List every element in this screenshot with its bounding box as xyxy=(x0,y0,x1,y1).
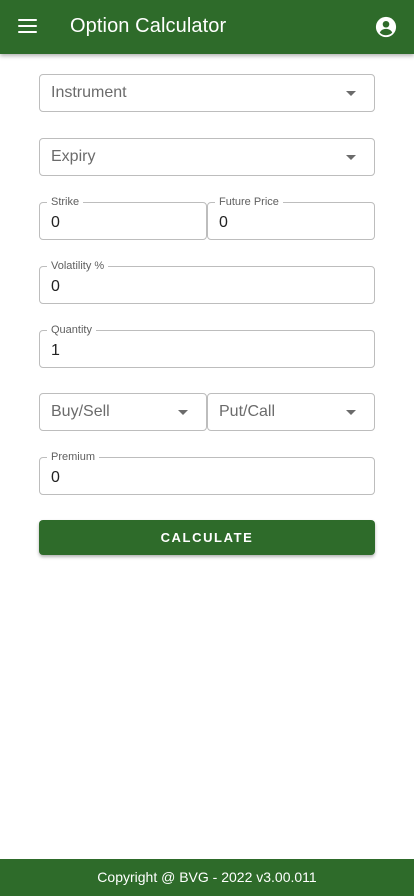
account-circle-icon[interactable] xyxy=(375,16,397,38)
arrow-drop-down-icon xyxy=(346,91,356,96)
quantity-label: Quantity xyxy=(47,324,96,336)
put-call-select[interactable]: Put/Call xyxy=(207,393,375,431)
hamburger-menu-icon[interactable] xyxy=(18,17,38,33)
volatility-label: Volatility % xyxy=(47,260,109,272)
strike-label: Strike xyxy=(47,196,84,208)
future-price-value[interactable]: 0 xyxy=(219,214,228,232)
expiry-select[interactable]: Expiry xyxy=(39,138,375,176)
footer: Copyright @ BVG - 2022 v3.00.011 xyxy=(0,859,414,896)
strike-field[interactable]: Strike 0 xyxy=(39,196,207,240)
volatility-value[interactable]: 0 xyxy=(51,278,60,296)
premium-label: Premium xyxy=(47,451,100,463)
buy-sell-select[interactable]: Buy/Sell xyxy=(39,393,207,431)
instrument-placeholder: Instrument xyxy=(51,84,127,101)
premium-field[interactable]: Premium 0 xyxy=(39,451,375,495)
arrow-drop-down-icon xyxy=(346,410,356,415)
expiry-placeholder: Expiry xyxy=(51,148,96,165)
strike-value[interactable]: 0 xyxy=(51,214,60,232)
footer-copyright: Copyright @ BVG - 2022 v3.00.011 xyxy=(97,869,317,885)
calculate-button[interactable]: CALCULATE xyxy=(39,520,375,555)
arrow-drop-down-icon xyxy=(346,155,356,160)
future-price-label: Future Price xyxy=(215,196,283,208)
quantity-value[interactable]: 1 xyxy=(51,342,60,360)
instrument-select[interactable]: Instrument xyxy=(39,74,375,112)
premium-value[interactable]: 0 xyxy=(51,469,60,487)
arrow-drop-down-icon xyxy=(178,410,188,415)
app-bar: Option Calculator xyxy=(0,0,414,54)
quantity-field[interactable]: Quantity 1 xyxy=(39,324,375,368)
volatility-field[interactable]: Volatility % 0 xyxy=(39,260,375,304)
app-title: Option Calculator xyxy=(70,15,227,37)
put-call-placeholder: Put/Call xyxy=(219,403,276,420)
future-price-field[interactable]: Future Price 0 xyxy=(207,196,375,240)
buy-sell-placeholder: Buy/Sell xyxy=(51,403,110,420)
